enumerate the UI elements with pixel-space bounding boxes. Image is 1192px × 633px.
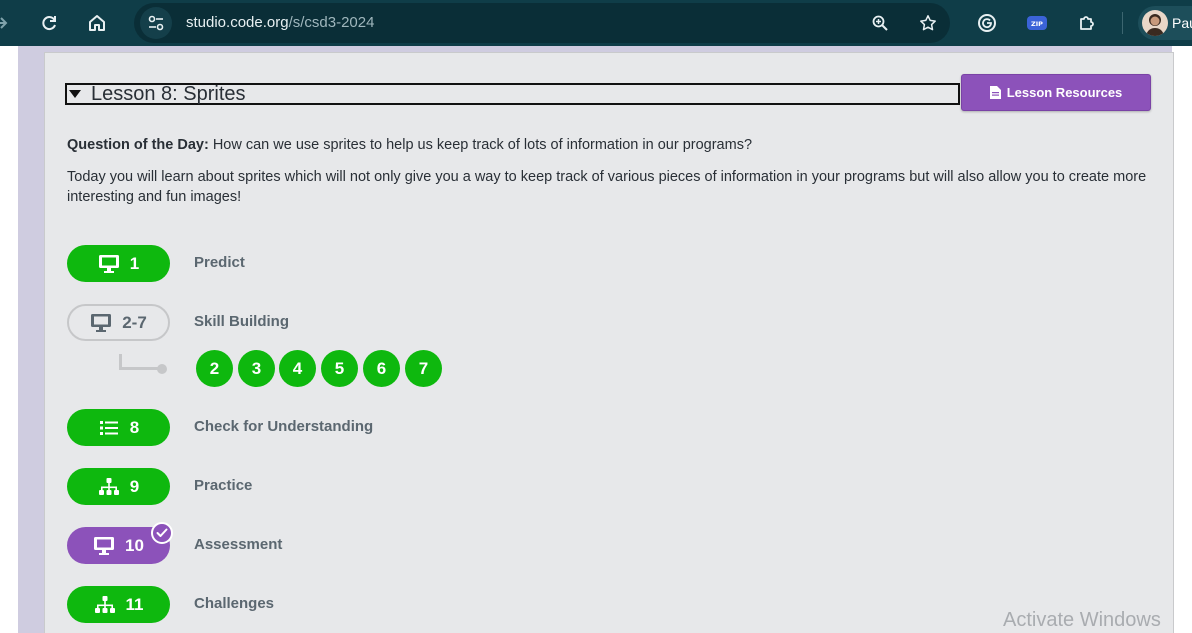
forward-button[interactable]	[0, 8, 16, 38]
completed-check-badge	[151, 522, 173, 544]
sublevel-3-bubble[interactable]: 3	[238, 350, 275, 387]
reload-button[interactable]	[34, 8, 64, 38]
site-info-button[interactable]	[140, 7, 172, 39]
reload-icon	[42, 16, 56, 31]
page-margin-left	[0, 46, 18, 633]
profile-button[interactable]: Pau	[1138, 6, 1192, 40]
profile-avatar-icon	[1146, 14, 1164, 36]
level-8-name[interactable]: Check for Understanding	[194, 418, 373, 435]
level-2-7-name[interactable]: Skill Building	[194, 313, 289, 330]
zoom-in-icon	[872, 15, 888, 31]
level-9-button[interactable]: 9	[67, 468, 170, 505]
home-icon	[89, 15, 105, 31]
sublevel-7-bubble[interactable]: 7	[405, 350, 442, 387]
level-10-name[interactable]: Assessment	[194, 536, 282, 553]
extensions-button[interactable]	[1075, 11, 1099, 35]
level-11-button[interactable]: 11	[67, 586, 170, 623]
avatar	[1142, 10, 1168, 36]
lesson-title: Lesson 8: Sprites	[91, 82, 246, 105]
bookmark-button[interactable]	[918, 13, 938, 33]
level-2-7-number: 2-7	[122, 312, 147, 332]
address-bar[interactable]: studio.code.org/s/csd3-2024	[134, 3, 950, 43]
zip-extension[interactable]: ZIP	[1025, 11, 1049, 35]
question-of-the-day: Question of the Day: How can we use spri…	[67, 137, 1157, 153]
monitor-icon	[98, 254, 119, 273]
lesson-description: Today you will learn about sprites which…	[67, 169, 1147, 205]
puzzle-icon	[1080, 16, 1094, 30]
level-8-button[interactable]: 8	[67, 409, 170, 446]
checkmark-icon	[156, 528, 168, 537]
browser-toolbar: studio.code.org/s/csd3-2024 ZIP Pau	[0, 0, 1192, 46]
level-10-number: 10	[125, 535, 144, 555]
star-icon	[920, 15, 936, 31]
forward-arrow-icon	[0, 17, 8, 29]
tune-icon	[148, 15, 164, 31]
zip-icon-label: ZIP	[1031, 20, 1043, 28]
caret-down-icon	[69, 90, 81, 98]
level-1-button[interactable]: 1	[67, 245, 170, 282]
activate-windows-watermark: Activate Windows	[1003, 609, 1161, 631]
sublevel-5-bubble[interactable]: 5	[321, 350, 358, 387]
level-1-name[interactable]: Predict	[194, 254, 245, 271]
monitor-icon	[91, 313, 112, 332]
sublevel-4-bubble[interactable]: 4	[279, 350, 316, 387]
url-text: studio.code.org/s/csd3-2024	[186, 14, 374, 31]
hierarchy-icon	[94, 595, 115, 613]
level-9-name[interactable]: Practice	[194, 477, 252, 494]
monitor-icon	[94, 536, 115, 555]
zoom-button[interactable]	[870, 13, 890, 33]
sublevel-6-bubble[interactable]: 6	[363, 350, 400, 387]
grammarly-extension[interactable]	[975, 11, 999, 35]
lesson-resources-label: Lesson Resources	[1006, 85, 1123, 100]
home-button[interactable]	[82, 8, 112, 38]
sublevel-connector-dot	[157, 364, 167, 374]
profile-name: Pau	[1172, 15, 1192, 31]
hierarchy-icon	[98, 477, 119, 495]
list-icon	[99, 420, 118, 435]
qotd-label: Question of the Day:	[67, 137, 209, 153]
level-2-7-button[interactable]: 2-7	[67, 304, 170, 341]
level-11-name[interactable]: Challenges	[194, 595, 274, 612]
level-9-number: 9	[129, 476, 140, 496]
qotd-text: How can we use sprites to help us keep t…	[208, 137, 753, 153]
page-margin-right	[1172, 46, 1192, 633]
lesson-resources-button[interactable]: Lesson Resources	[961, 74, 1151, 111]
grammarly-icon	[978, 14, 996, 32]
url-domain: studio.code.org	[186, 14, 289, 31]
level-11-number: 11	[125, 594, 144, 614]
document-icon	[989, 86, 1001, 99]
sublevel-2-bubble[interactable]: 2	[196, 350, 233, 387]
url-path: /s/csd3-2024	[288, 14, 375, 31]
level-8-number: 8	[129, 417, 140, 437]
lesson-toggle[interactable]: Lesson 8: Sprites	[65, 83, 960, 105]
toolbar-divider	[1122, 12, 1123, 34]
zip-icon: ZIP	[1027, 16, 1047, 30]
level-1-number: 1	[129, 253, 140, 273]
